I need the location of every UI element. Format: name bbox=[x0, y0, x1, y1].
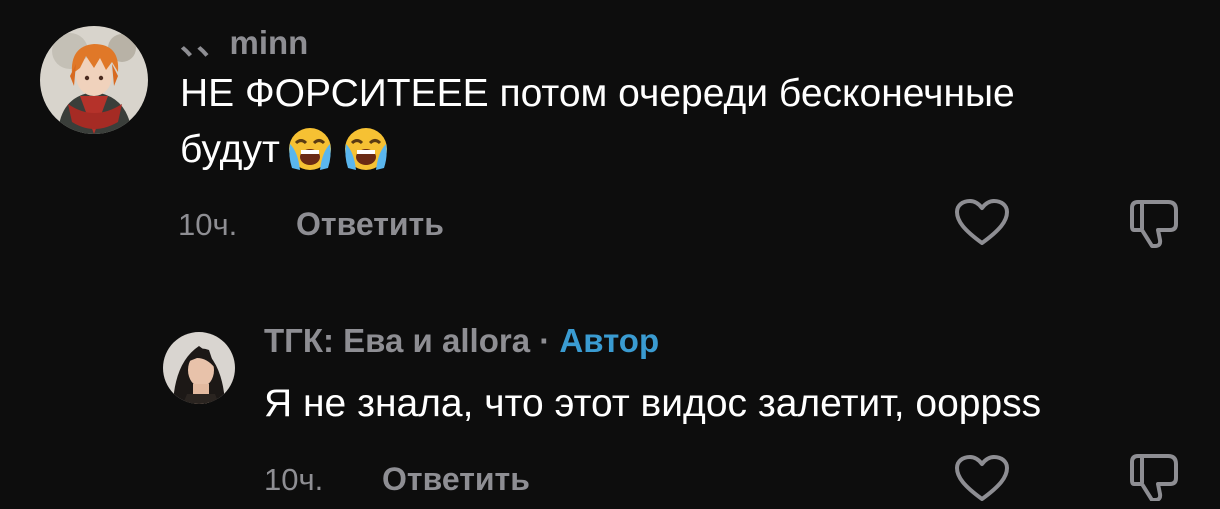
comment-text: Я не знала, что этот видос залетит, oopp… bbox=[264, 382, 1042, 425]
comment-username-text[interactable]: ТГК: Ева и allora bbox=[264, 322, 530, 359]
comment-text: НЕ ФОРСИТЕЕЕ потом очереди бесконечные б… bbox=[180, 66, 1180, 188]
comment-text-word: будут bbox=[180, 128, 280, 171]
separator-dot: · bbox=[530, 322, 559, 359]
comment-text-line: НЕ ФОРСИТЕЕЕ потом очереди бесконечные bbox=[180, 72, 1015, 115]
thumbs-down-icon[interactable] bbox=[1128, 452, 1182, 506]
comment-timestamp: 10ч. bbox=[264, 462, 324, 497]
author-badge: Автор bbox=[559, 322, 660, 359]
reply-button[interactable]: Ответить bbox=[382, 461, 530, 498]
loudly-crying-face-emoji-icon bbox=[340, 126, 392, 188]
loudly-crying-face-emoji-icon bbox=[284, 126, 336, 188]
avatar[interactable] bbox=[163, 332, 235, 404]
reply-button[interactable]: Ответить bbox=[296, 206, 444, 243]
comment-username[interactable]: ТГК: Ева и allora · Автор bbox=[264, 322, 659, 360]
comment-username[interactable]: 、、minn bbox=[180, 16, 308, 64]
thumbs-down-icon[interactable] bbox=[1128, 198, 1182, 255]
heart-icon[interactable] bbox=[954, 198, 1010, 253]
separator-text: · bbox=[539, 322, 551, 359]
comment-timestamp: 10ч. bbox=[178, 207, 238, 242]
avatar[interactable] bbox=[40, 26, 148, 134]
comment-text-line: будут bbox=[180, 122, 1180, 188]
